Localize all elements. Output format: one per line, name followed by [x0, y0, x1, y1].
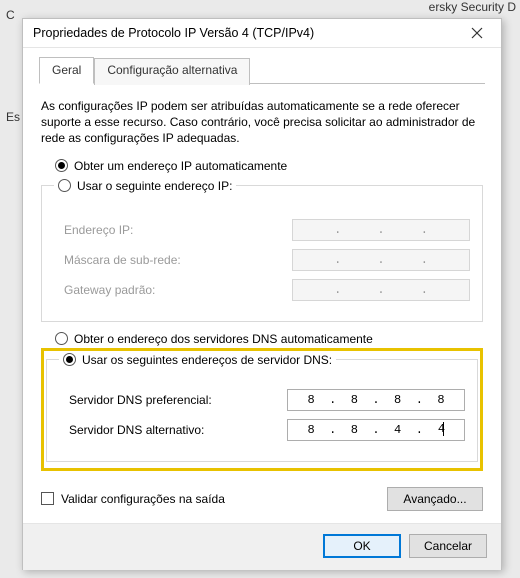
- dialog-title: Propriedades de Protocolo IP Versão 4 (T…: [33, 26, 459, 40]
- radio-ip-auto[interactable]: Obter um endereço IP automaticamente: [55, 159, 485, 173]
- validate-label: Validar configurações na saída: [61, 492, 225, 506]
- background-app-title: ersky Security D: [429, 0, 516, 14]
- tab-general[interactable]: Geral: [39, 57, 94, 84]
- dialog-titlebar: Propriedades de Protocolo IP Versão 4 (T…: [23, 19, 501, 48]
- subnet-mask-input[interactable]: ...: [292, 249, 470, 271]
- cancel-button[interactable]: Cancelar: [409, 534, 487, 558]
- radio-icon: [58, 179, 71, 192]
- advanced-button[interactable]: Avançado...: [387, 487, 483, 511]
- dns-alt-label: Servidor DNS alternativo:: [69, 423, 287, 437]
- validate-checkbox[interactable]: [41, 492, 54, 505]
- radio-label: Obter um endereço IP automaticamente: [74, 159, 287, 173]
- radio-dns-auto[interactable]: Obter o endereço dos servidores DNS auto…: [55, 332, 485, 346]
- radio-label: Obter o endereço dos servidores DNS auto…: [74, 332, 373, 346]
- dns-preferred-label: Servidor DNS preferencial:: [69, 393, 287, 407]
- ip-manual-group: Usar o seguinte endereço IP: Endereço IP…: [41, 179, 483, 322]
- close-icon: [471, 27, 483, 39]
- radio-ip-manual[interactable]: Usar o seguinte endereço IP:: [54, 179, 236, 193]
- dns-highlight: Usar os seguintes endereços de servidor …: [41, 348, 483, 471]
- ipv4-properties-dialog: Propriedades de Protocolo IP Versão 4 (T…: [22, 18, 502, 570]
- radio-label: Usar o seguinte endereço IP:: [77, 179, 232, 193]
- close-button[interactable]: [459, 19, 495, 47]
- dns-alt-input[interactable]: 8. 8. 4. 4: [287, 419, 465, 441]
- radio-dns-manual[interactable]: Usar os seguintes endereços de servidor …: [59, 353, 336, 367]
- gateway-input[interactable]: ...: [292, 279, 470, 301]
- radio-label: Usar os seguintes endereços de servidor …: [82, 353, 332, 367]
- background-text-fragment: Es: [6, 110, 20, 124]
- description-text: As configurações IP podem ser atribuídas…: [41, 98, 483, 147]
- ip-address-input[interactable]: ...: [292, 219, 470, 241]
- text-caret-icon: [443, 422, 444, 436]
- subnet-mask-label: Máscara de sub-rede:: [64, 253, 292, 267]
- ip-address-label: Endereço IP:: [64, 223, 292, 237]
- dialog-footer: OK Cancelar: [23, 523, 501, 570]
- tab-alt-config[interactable]: Configuração alternativa: [94, 58, 250, 85]
- ok-button[interactable]: OK: [323, 534, 401, 558]
- background-text-fragment: C: [6, 8, 15, 22]
- dns-preferred-input[interactable]: 8. 8. 8. 8: [287, 389, 465, 411]
- radio-icon: [55, 332, 68, 345]
- radio-icon: [55, 159, 68, 172]
- radio-icon: [63, 353, 76, 366]
- dns-manual-group: Usar os seguintes endereços de servidor …: [46, 353, 478, 462]
- gateway-label: Gateway padrão:: [64, 283, 292, 297]
- tabstrip: Geral Configuração alternativa: [39, 56, 485, 84]
